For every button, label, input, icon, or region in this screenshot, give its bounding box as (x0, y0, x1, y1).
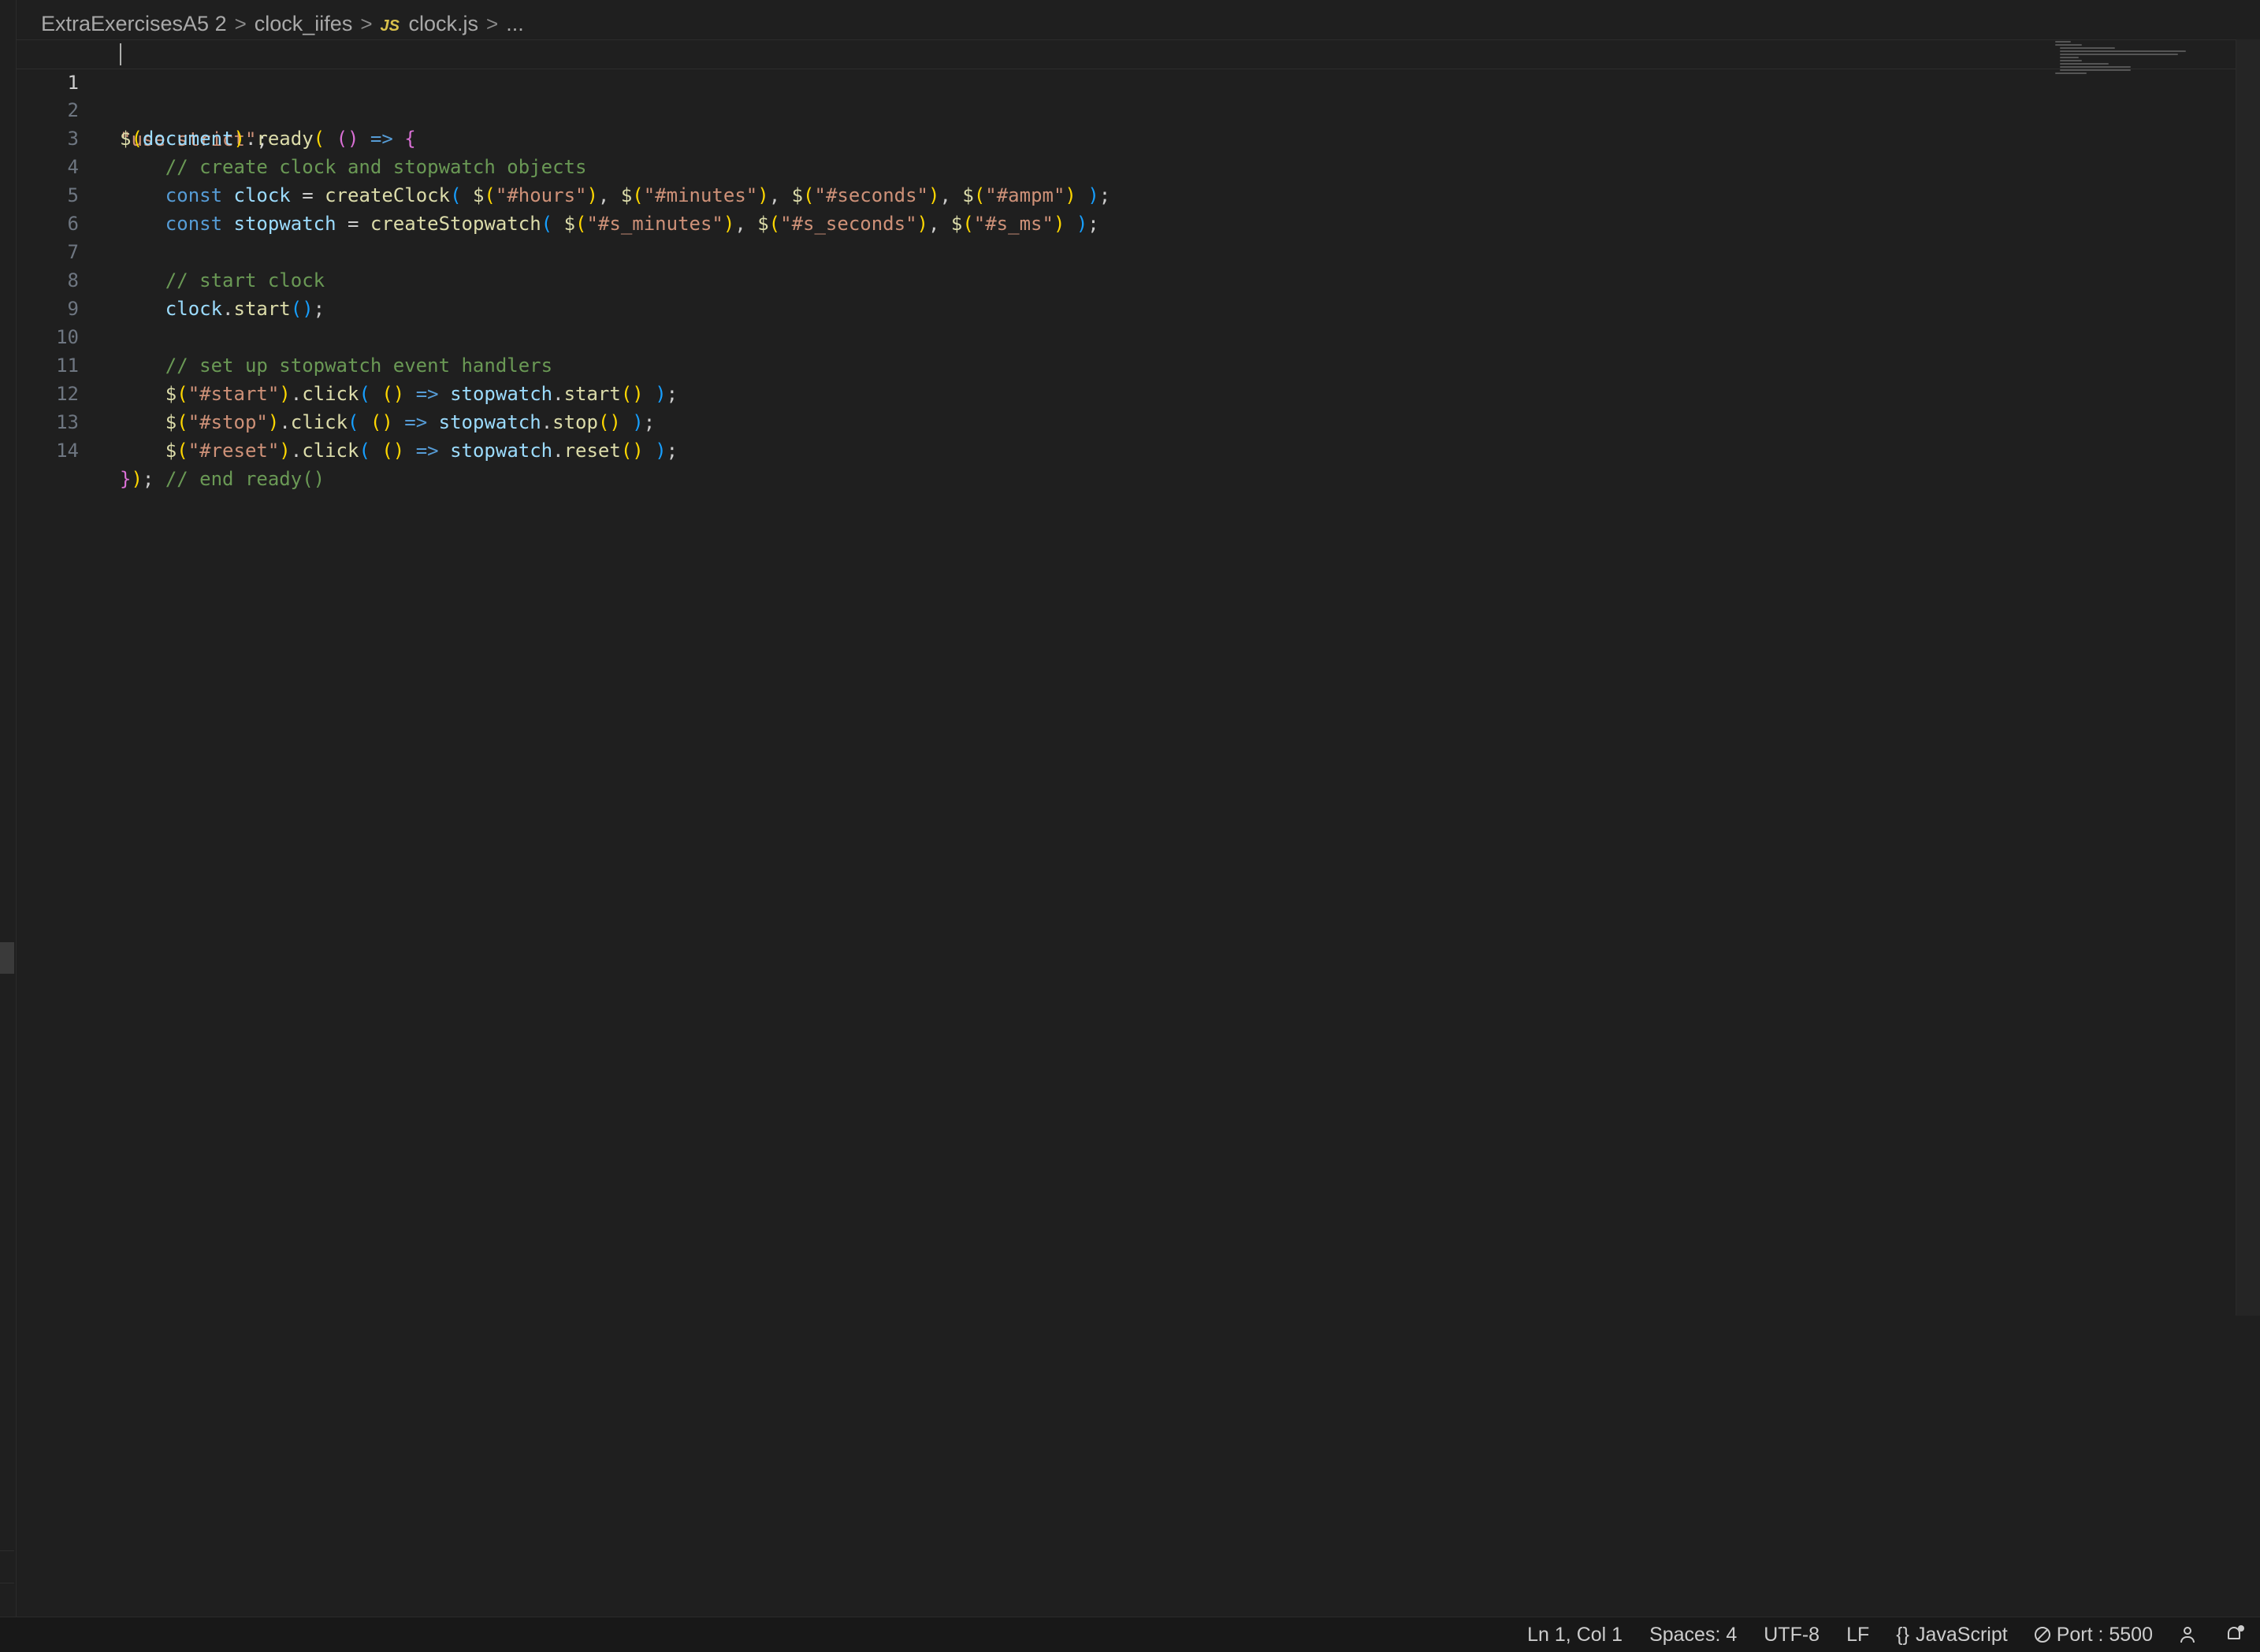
breadcrumb-symbols[interactable]: ... (506, 12, 524, 36)
chevron-right-icon: > (486, 11, 499, 35)
code-line[interactable]: 11 $("#start").click( () => stopwatch.st… (16, 323, 2236, 405)
language-mode[interactable]: {} JavaScript (1896, 1624, 2007, 1646)
breadcrumb-file[interactable]: JS clock.js (381, 12, 479, 36)
line-code: $("#reset").click( () => stopwatch.reset… (165, 440, 678, 462)
code-line[interactable]: 12 $("#stop").click( () => stopwatch.sto… (16, 351, 2236, 433)
cursor-position[interactable]: Ln 1, Col 1 (1527, 1624, 1623, 1646)
code-line[interactable]: 10 // set up stopwatch event handlers (16, 295, 2236, 377)
code-editor[interactable]: 1 "use strict"; 2 $(document).ready( () … (16, 39, 2236, 1615)
feedback-button[interactable] (2180, 1625, 2199, 1644)
line-number: 14 (56, 440, 79, 462)
language-label: JavaScript (1915, 1623, 2008, 1646)
vertical-scrollbar[interactable] (2236, 39, 2260, 1316)
minimap-line (2060, 69, 2131, 71)
minimap-line (2060, 54, 2178, 55)
text-cursor (120, 43, 121, 65)
minimap-line (2060, 57, 2079, 58)
panel-edge (0, 1550, 14, 1583)
code-line[interactable]: 5 const stopwatch = createStopwatch( $("… (16, 153, 2236, 235)
code-line[interactable]: 3 // create clock and stopwatch objects (16, 96, 2236, 178)
activity-strip (0, 0, 17, 1617)
port-label: Port : 5500 (2056, 1623, 2153, 1646)
chevron-right-icon: > (234, 11, 247, 35)
encoding-setting[interactable]: UTF-8 (1764, 1624, 1820, 1646)
breadcrumb-subfolder[interactable]: clock_iifes (255, 12, 353, 36)
bell-icon (2225, 1625, 2244, 1644)
minimap-line (2060, 47, 2115, 49)
minimap-line (2055, 44, 2082, 46)
code-line[interactable]: 1 "use strict"; (16, 39, 2236, 150)
code-line[interactable]: 2 $(document).ready( () => { (16, 68, 2236, 150)
minimap-line (2060, 63, 2109, 65)
code-line[interactable]: 6 (16, 181, 2236, 235)
code-line[interactable]: 8 clock.start(); (16, 238, 2236, 320)
sash-handle[interactable] (0, 942, 14, 974)
notifications-button[interactable] (2225, 1625, 2244, 1644)
breadcrumb-file-label: clock.js (408, 11, 479, 35)
person-feedback-icon (2180, 1625, 2199, 1644)
minimap-line (2060, 50, 2186, 52)
javascript-file-icon: JS (380, 17, 400, 35)
live-server-port[interactable]: Port : 5500 (2034, 1623, 2153, 1646)
minimap-line (2060, 66, 2131, 68)
line-code: }); // end ready() (120, 468, 325, 490)
code-line[interactable]: 13 $("#reset").click( () => stopwatch.re… (16, 380, 2236, 462)
code-line[interactable]: 9 (16, 266, 2236, 320)
code-line[interactable]: 7 // start clock (16, 210, 2236, 291)
minimap[interactable] (2055, 39, 2197, 87)
code-line[interactable]: 4 const clock = createClock( $("#hours")… (16, 124, 2236, 206)
minimap-line (2055, 41, 2071, 43)
indentation-setting[interactable]: Spaces: 4 (1649, 1624, 1737, 1646)
minimap-line (2055, 72, 2087, 74)
end-of-line-setting[interactable]: LF (1846, 1624, 1869, 1646)
no-entry-icon (2034, 1627, 2050, 1643)
code-line[interactable]: 14 }); // end ready() (16, 408, 2236, 490)
braces-icon: {} (1896, 1623, 1909, 1646)
breadcrumb: ExtraExercisesA5 2 > clock_iifes > JS cl… (41, 8, 524, 39)
minimap-line (2060, 60, 2082, 61)
status-bar: Ln 1, Col 1 Spaces: 4 UTF-8 LF {} JavaSc… (0, 1617, 2260, 1652)
chevron-right-icon: > (360, 11, 373, 35)
breadcrumb-folder[interactable]: ExtraExercisesA5 2 (41, 12, 227, 36)
